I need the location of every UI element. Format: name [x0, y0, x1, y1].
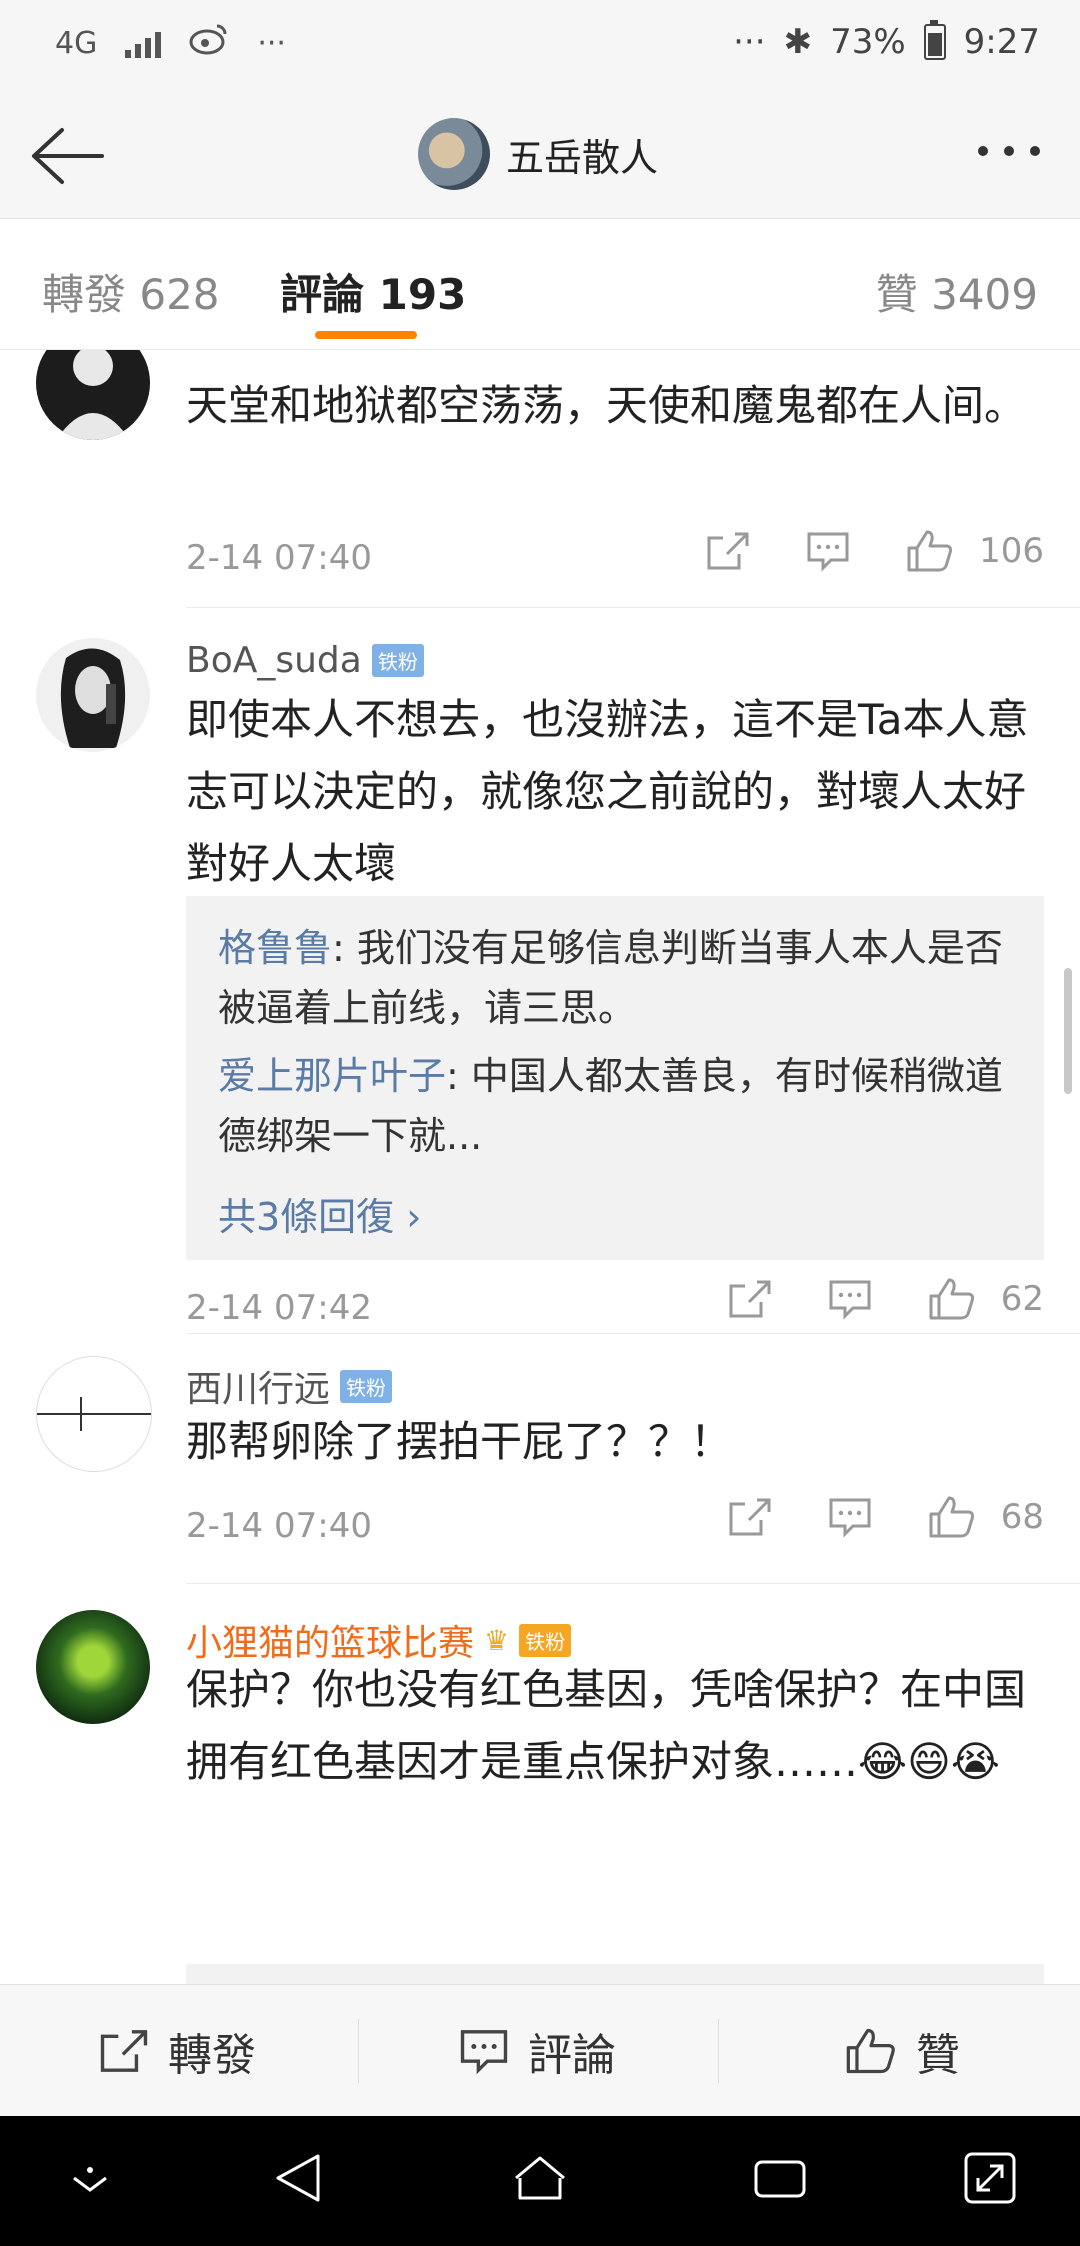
repost-button[interactable]: 轉發: [98, 1985, 256, 2117]
expand-icon: [964, 2152, 1016, 2204]
comment-button[interactable]: 評論: [458, 1985, 616, 2117]
nav-back-button[interactable]: [270, 2148, 330, 2212]
home-icon: [515, 2156, 565, 2200]
share-icon[interactable]: [727, 1278, 773, 1320]
clock: 9:27: [963, 22, 1040, 62]
fan-badge: 铁粉: [340, 1369, 393, 1403]
more-status: ···: [733, 22, 766, 62]
comment-list[interactable]: 天堂和地狱都空荡荡，天使和魔鬼都在人间。 2-14 07:40 106 BoA_…: [0, 350, 1080, 1984]
tab-likes[interactable]: 贊 3409: [876, 261, 1038, 322]
dot-icon: [1004, 146, 1014, 156]
hide-nav-button[interactable]: [60, 2148, 120, 2212]
comment-item: 天堂和地狱都空荡荡，天使和魔鬼都在人间。 2-14 07:40 106: [0, 350, 1080, 608]
repost-label: 轉發: [168, 2030, 256, 2081]
reply-preview: 格鲁鲁: 我们没有足够信息判断当事人本人是否被逼着上前线，请三思。: [218, 918, 1018, 1038]
arrow-left-icon: [32, 128, 104, 184]
commenter-avatar[interactable]: [36, 1356, 152, 1472]
reply-preview: 爱上那片叶子: 中国人都太善良，有时候稍微道德绑架一下就...: [218, 1046, 1018, 1166]
comment-time: 2-14 07:42: [186, 1288, 372, 1328]
share-icon[interactable]: [727, 1496, 773, 1538]
comment-text: 天堂和地狱都空荡荡，天使和魔鬼都在人间。: [186, 381, 1027, 430]
commenter-avatar[interactable]: [36, 350, 150, 440]
bluetooth-icon: ✱: [783, 22, 813, 62]
commenter-name-text: 西川行远: [186, 1369, 331, 1410]
top-app-bar: 五岳散人: [0, 90, 1080, 219]
chevron-down-icon: [73, 2167, 107, 2192]
tab-reposts[interactable]: 轉發 628: [42, 261, 220, 322]
reply-author[interactable]: 格鲁鲁: [218, 926, 332, 970]
comment-icon: [460, 2030, 508, 2075]
like-icon[interactable]: [905, 528, 955, 574]
comment-item: 西川行远 铁粉 那帮卵除了摆拍干屁了？？！ 2-14 07:40 68: [0, 1334, 1080, 1584]
more-notifications: ···: [257, 25, 286, 61]
tab-comments[interactable]: 評論 193: [280, 261, 466, 322]
comment-time: 2-14 07:40: [186, 1506, 372, 1546]
reply-preview-box[interactable]: [186, 1964, 1044, 1984]
separator: [358, 2019, 359, 2083]
recents-icon: [754, 2160, 806, 2198]
status-bar: 4G ··· ··· ✱ 73% 9:27: [0, 0, 1080, 90]
like-label: 贊: [916, 2030, 960, 2081]
tab-bar: 轉發 628 評論 193 贊 3409: [0, 219, 1080, 350]
crown-icon: ♛: [484, 1623, 510, 1657]
comment-item: 小狸猫的篮球比赛 ♛ 铁粉 保护？你也没有红色基因，凭啥保护？在中国拥有红色基因…: [0, 1584, 1080, 1984]
like-button[interactable]: 贊: [844, 1985, 960, 2117]
reply-preview-box[interactable]: 格鲁鲁: 我们没有足够信息判断当事人本人是否被逼着上前线，请三思。 爱上那片叶子…: [186, 896, 1044, 1260]
nav-expand-button[interactable]: [960, 2148, 1020, 2212]
comment-text: 那帮卵除了摆拍干屁了？？！: [186, 1417, 733, 1466]
dot-icon: [1030, 146, 1040, 156]
commenter-name-text: BoA_suda: [186, 640, 362, 681]
author-name[interactable]: 五岳散人: [506, 127, 658, 182]
commenter-avatar[interactable]: [36, 638, 150, 752]
like-count: 106: [979, 531, 1044, 571]
separator: [718, 2019, 719, 2083]
triangle-back-icon: [276, 2154, 320, 2202]
commenter-avatar[interactable]: [36, 1610, 150, 1724]
signal-icon: [125, 28, 162, 58]
more-options-button[interactable]: [978, 146, 1040, 156]
view-all-replies-link[interactable]: 共3條回復 ›: [218, 1186, 421, 1241]
dot-icon: [978, 146, 988, 156]
author-avatar[interactable]: [418, 118, 490, 190]
commenter-name[interactable]: BoA_suda 铁粉: [186, 640, 424, 681]
fan-badge: 铁粉: [519, 1623, 572, 1657]
system-nav-bar: [0, 2116, 1080, 2246]
battery-icon: [923, 20, 946, 60]
back-button[interactable]: [28, 120, 108, 190]
scrollbar[interactable]: [1064, 968, 1072, 1094]
active-tab-indicator: [315, 331, 417, 339]
network-indicator: 4G: [55, 25, 98, 61]
comment-item: BoA_suda 铁粉 即使本人不想去，也沒辦法，這不是Ta本人意志可以決定的，…: [0, 608, 1080, 1334]
reply-icon[interactable]: [805, 530, 851, 572]
fan-badge: 铁粉: [371, 644, 424, 677]
nav-recents-button[interactable]: [750, 2148, 810, 2212]
comment-time: 2-14 07:40: [186, 538, 372, 578]
comment-text: 保护？你也没有红色基因，凭啥保护？在中国拥有红色基因才是重点保护对象……😂😄😭: [186, 1665, 1027, 1786]
comment-label: 評論: [528, 2030, 616, 2081]
reply-icon[interactable]: [827, 1496, 873, 1538]
reply-author[interactable]: 爱上那片叶子: [218, 1054, 446, 1098]
like-count: 68: [1000, 1497, 1044, 1537]
comment-text: 即使本人不想去，也沒辦法，這不是Ta本人意志可以決定的，就像您之前說的，對壞人太…: [186, 695, 1029, 888]
commenter-name[interactable]: 西川行远 铁粉: [186, 1360, 393, 1412]
like-count: 62: [1000, 1279, 1044, 1319]
share-icon: [100, 2030, 148, 2072]
share-icon[interactable]: [705, 530, 751, 572]
weibo-icon: [189, 22, 229, 64]
reply-icon[interactable]: [827, 1278, 873, 1320]
thumbs-up-icon: [846, 2028, 895, 2074]
reply-text: : 我们没有足够信息判断当事人本人是否被逼着上前线，请三思。: [218, 926, 1003, 1030]
bottom-action-bar: 轉發 評論 贊: [0, 1984, 1080, 2117]
like-icon[interactable]: [927, 1276, 977, 1322]
nav-home-button[interactable]: [510, 2148, 570, 2212]
like-icon[interactable]: [927, 1494, 977, 1540]
battery-percent: 73%: [830, 22, 906, 62]
